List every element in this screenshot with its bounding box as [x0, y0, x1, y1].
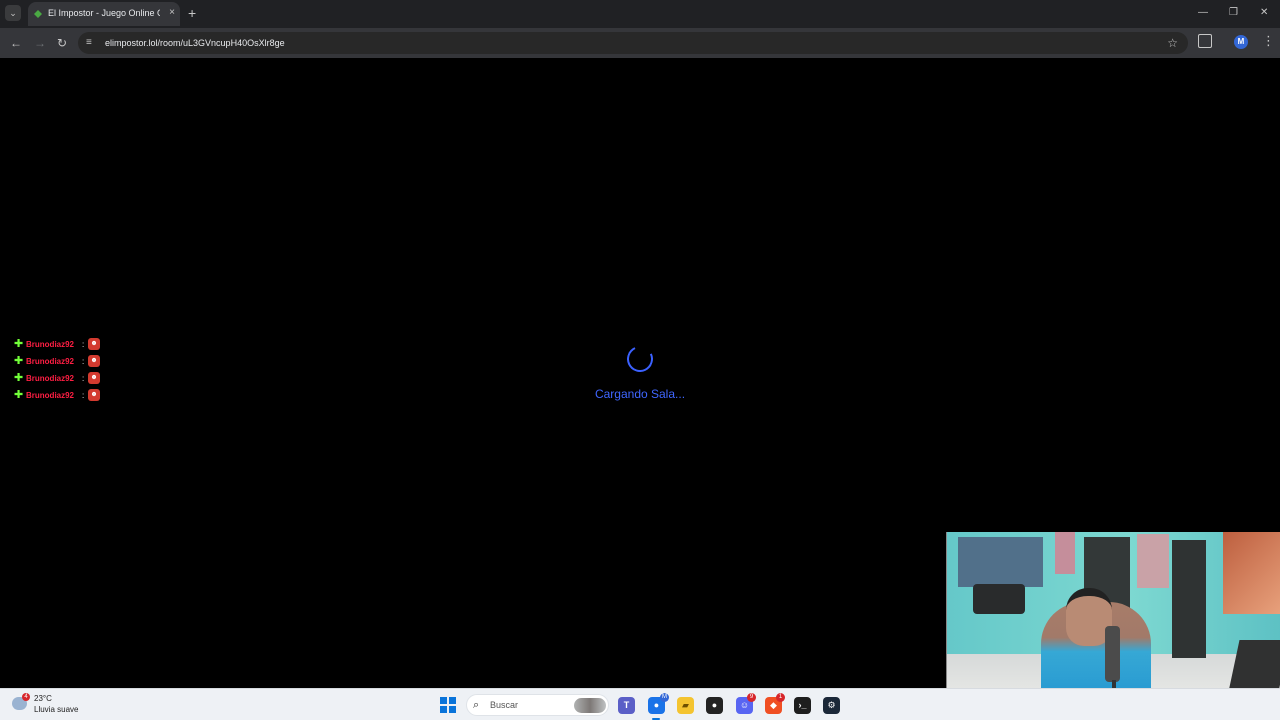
forward-icon[interactable]: →	[34, 36, 46, 50]
windows-start-button[interactable]	[440, 697, 456, 713]
file-explorer-icon[interactable]: ▰	[677, 697, 694, 714]
windows-logo-icon	[449, 697, 456, 704]
browser-toolbar: ← → ↻ ≡ elimpostor.lol/room/uL3GVncupH40…	[0, 28, 1280, 58]
chrome-profile-badge: M	[660, 693, 669, 702]
loading-message: Cargando Sala...	[594, 387, 686, 401]
tab-search-icon[interactable]: ⌄	[5, 5, 21, 21]
steam-icon[interactable]: ⚙	[823, 697, 840, 714]
chat-entry: ✚ Brunodiaz92 : ☻	[14, 355, 154, 372]
windows-logo-icon	[440, 706, 447, 713]
browser-window: ⌄ El Impostor - Juego Online Gratis × + …	[0, 0, 1280, 58]
tab-strip: ⌄ El Impostor - Juego Online Gratis × + …	[0, 0, 1280, 28]
chat-username: Brunodiaz92	[26, 374, 75, 383]
chat-separator: :	[82, 391, 85, 400]
chat-username: Brunodiaz92	[26, 357, 75, 366]
discord-badge: 9	[747, 693, 756, 702]
restore-icon[interactable]: ❐	[1229, 6, 1238, 20]
plus-icon: ✚	[14, 372, 24, 384]
chat-separator: :	[82, 357, 85, 366]
chat-entry: ✚ Brunodiaz92 : ☻	[14, 389, 154, 406]
search-icon: ⌕	[473, 699, 480, 711]
close-icon[interactable]: ×	[169, 7, 175, 19]
profile-avatar[interactable]: M	[1234, 35, 1248, 49]
back-icon[interactable]: ←	[10, 36, 22, 50]
reload-icon[interactable]: ↻	[57, 36, 67, 50]
search-placeholder: Buscar	[490, 700, 519, 710]
site-info-icon[interactable]: ≡	[86, 37, 98, 49]
teams-icon[interactable]: T	[618, 697, 635, 714]
loading-spinner-icon	[623, 342, 657, 376]
windows-logo-icon	[440, 697, 447, 704]
browser-tab-active[interactable]: El Impostor - Juego Online Gratis ×	[28, 2, 180, 26]
address-bar[interactable]: ≡ elimpostor.lol/room/uL3GVncupH40OsXlr8…	[78, 32, 1188, 54]
green-leaf-icon	[34, 10, 42, 18]
search-highlight-image	[574, 698, 606, 713]
tab-title: El Impostor - Juego Online Gratis	[48, 8, 160, 18]
devil-emote-icon: ☻	[88, 338, 100, 350]
obs-icon[interactable]: ●	[706, 697, 723, 714]
brave-badge: 1	[776, 693, 785, 702]
devil-emote-icon: ☻	[88, 389, 100, 401]
webcam-poster	[1055, 532, 1075, 574]
terminal-icon[interactable]: ›_	[794, 697, 811, 714]
chat-entry: ✚ Brunodiaz92 : ☻	[14, 372, 154, 389]
chat-username: Brunodiaz92	[26, 340, 75, 349]
plus-icon: ✚	[14, 338, 24, 350]
webcam-door	[1172, 540, 1206, 658]
chat-overlay: ✚ Brunodiaz92 : ☻ ✚ Brunodiaz92 : ☻ ✚ Br…	[14, 338, 154, 406]
webcam-table	[973, 584, 1025, 614]
webcam-curtain	[958, 537, 1043, 587]
chat-separator: :	[82, 374, 85, 383]
devil-emote-icon: ☻	[88, 372, 100, 384]
webcam-poster	[1223, 532, 1280, 614]
weather-condition: Lluvia suave	[34, 705, 79, 714]
plus-icon: ✚	[14, 389, 24, 401]
webcam-microphone	[1105, 626, 1120, 682]
chat-separator: :	[82, 340, 85, 349]
chat-entry: ✚ Brunodiaz92 : ☻	[14, 338, 154, 355]
url-text: elimpostor.lol/room/uL3GVncupH40OsXlr8ge	[105, 38, 285, 48]
devil-emote-icon: ☻	[88, 355, 100, 367]
bookmark-star-icon[interactable]: ☆	[1167, 35, 1178, 51]
taskbar-search[interactable]: ⌕ Buscar	[466, 694, 609, 716]
new-tab-icon[interactable]: +	[188, 6, 196, 20]
plus-icon: ✚	[14, 355, 24, 367]
weather-badge: 4	[22, 693, 30, 701]
close-window-icon[interactable]: ✕	[1260, 6, 1268, 20]
windows-logo-icon	[449, 706, 456, 713]
windows-taskbar: 4 23°C Lluvia suave ⌕ Buscar T ● M ▰ ● ☺…	[0, 688, 1280, 720]
minimize-icon[interactable]: —	[1198, 6, 1208, 20]
more-menu-icon[interactable]: ⋮	[1262, 34, 1275, 48]
chat-username: Brunodiaz92	[26, 391, 75, 400]
extensions-icon[interactable]	[1198, 34, 1212, 48]
webcam-poster	[1137, 534, 1169, 588]
temperature: 23°C	[34, 694, 52, 703]
